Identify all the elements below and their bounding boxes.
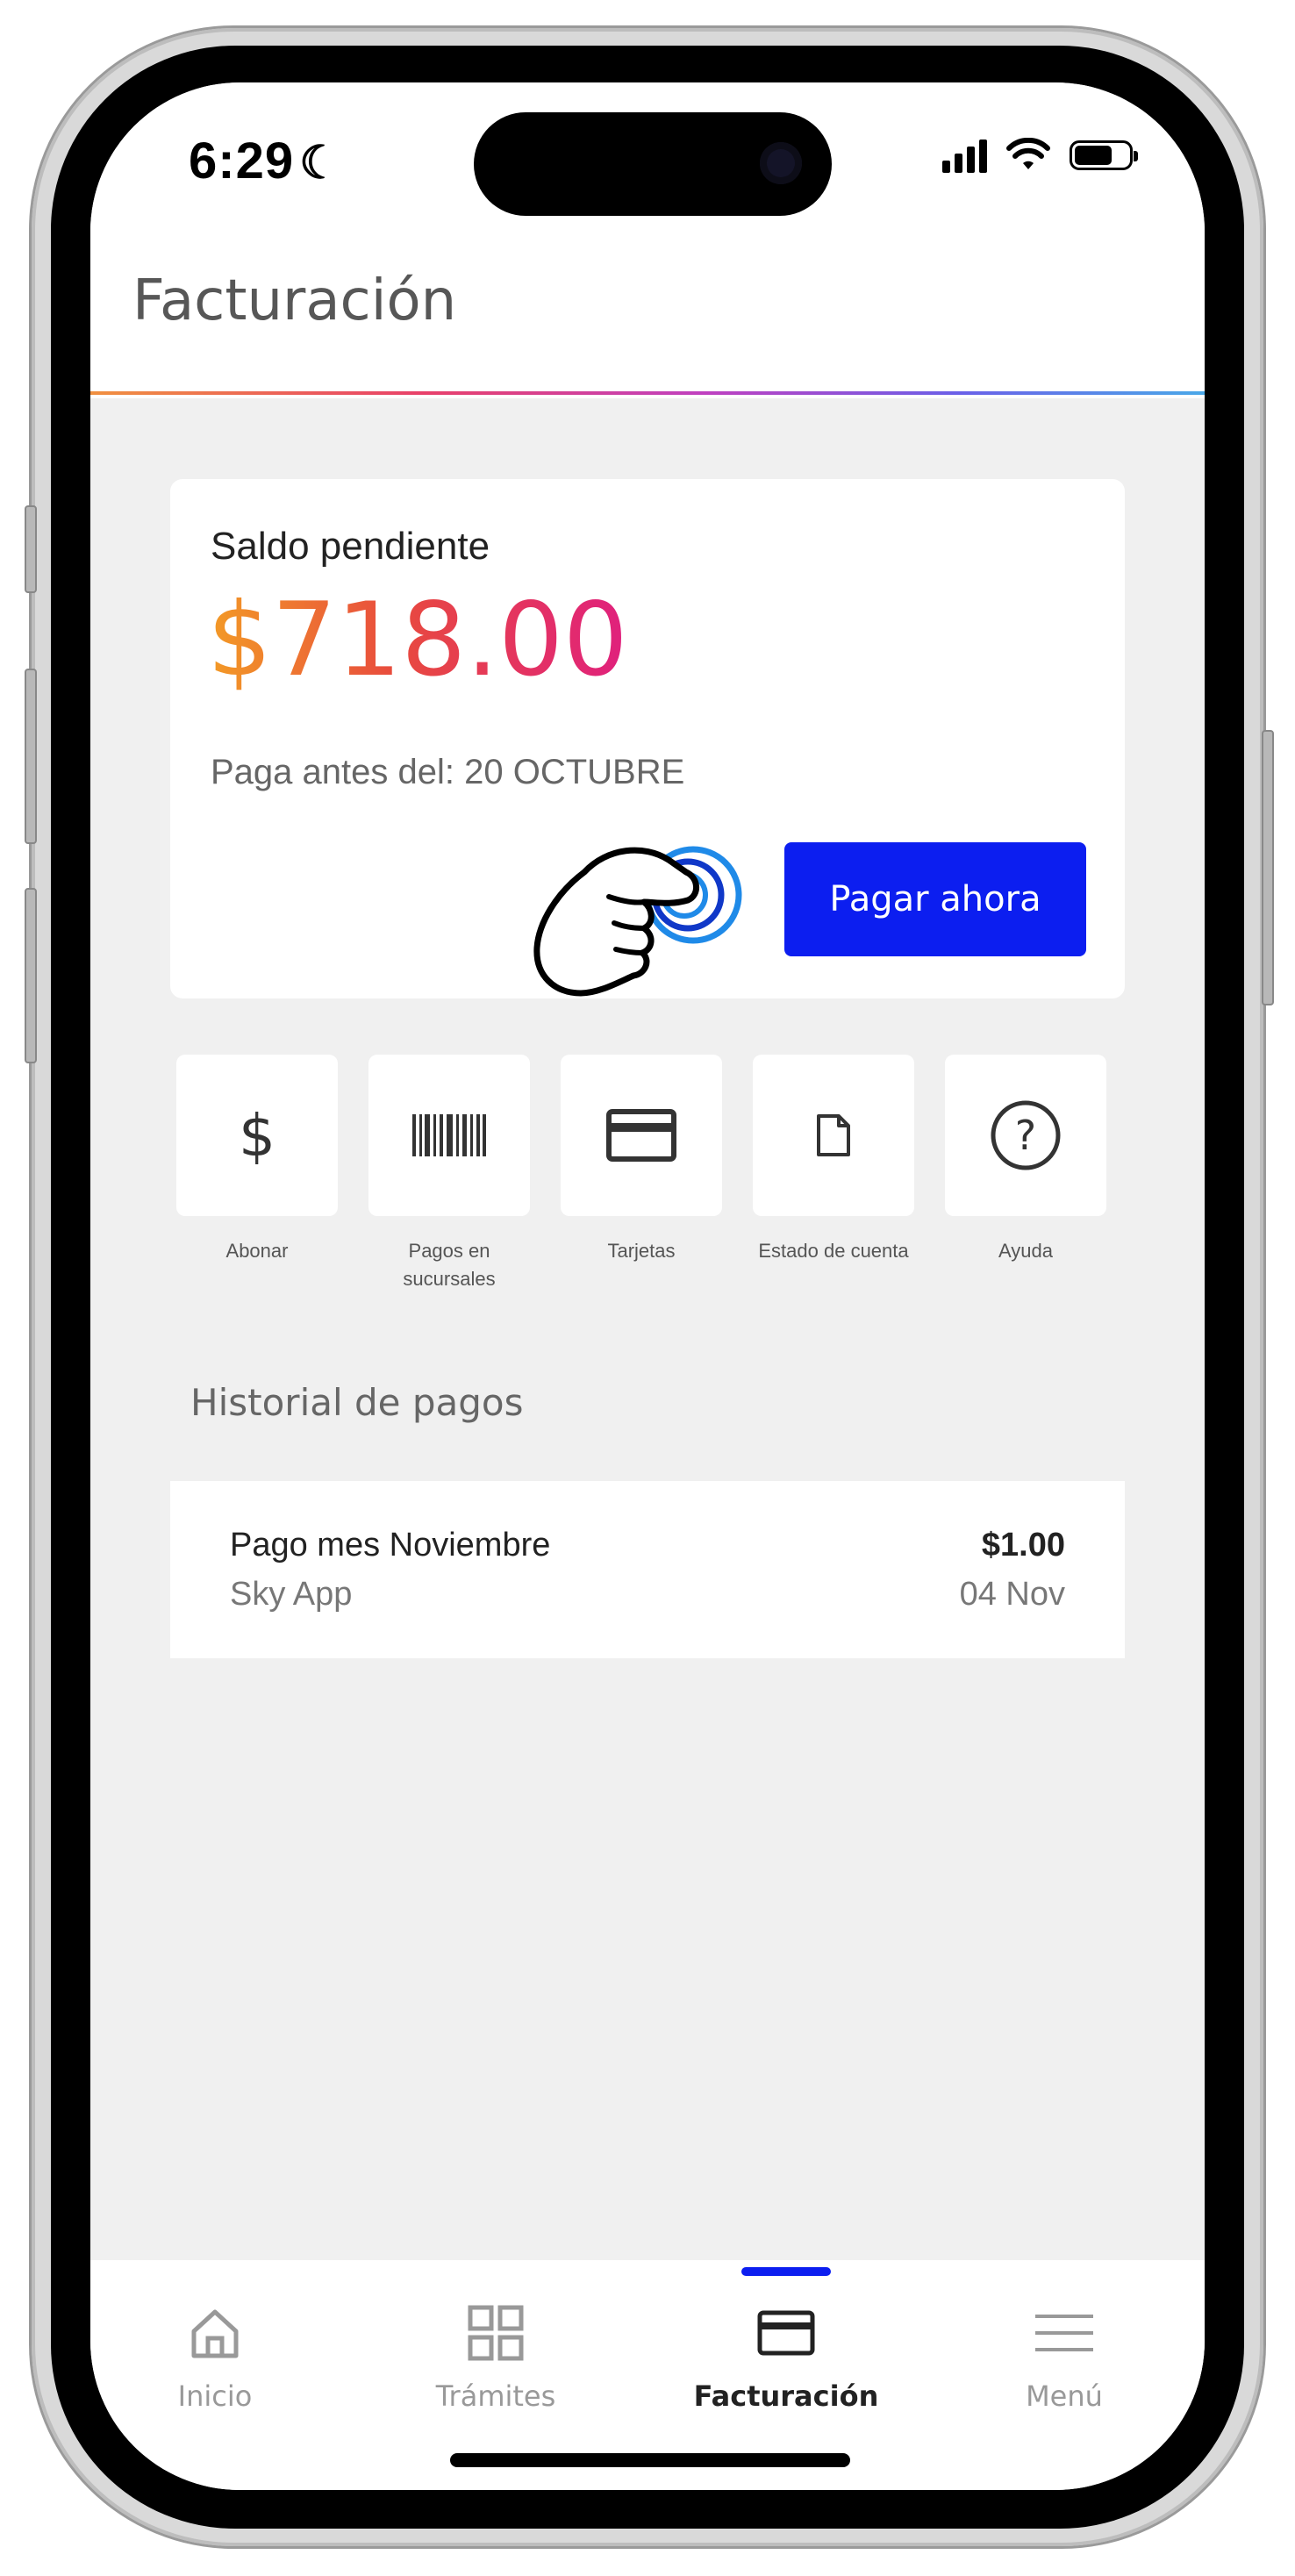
action-pagos-sucursales[interactable]: Pagos en sucursales <box>368 1055 530 1293</box>
action-label: Ayuda <box>998 1240 1053 1262</box>
tab-menu[interactable]: Menú <box>933 2260 1196 2413</box>
balance-amount: $718.00 <box>207 581 628 699</box>
tab-tramites[interactable]: Trámites <box>364 2260 627 2413</box>
dollar-icon: $ <box>239 1101 275 1170</box>
tab-label: Inicio <box>177 2379 253 2413</box>
tab-label: Trámites <box>435 2379 556 2413</box>
quick-actions: $ Abonar Pagos en sucursales Tarjetas Es… <box>176 1055 1124 1290</box>
history-item-date: 04 Nov <box>959 1576 1065 1613</box>
history-item-amount: $1.00 <box>981 1527 1065 1563</box>
home-icon <box>191 2309 239 2358</box>
camera-icon <box>760 142 802 184</box>
svg-text:?: ? <box>1015 1112 1036 1159</box>
document-icon <box>817 1114 850 1156</box>
history-item[interactable]: Pago mes Noviembre Sky App $1.00 04 Nov <box>170 1481 1125 1658</box>
tab-facturacion[interactable]: Facturación <box>655 2260 918 2413</box>
status-time: 6:29 ☾ <box>189 132 341 190</box>
history-item-source: Sky App <box>230 1576 353 1613</box>
action-tile[interactable]: $ <box>176 1055 338 1216</box>
tab-label: Facturación <box>693 2379 879 2413</box>
menu-icon <box>1035 2315 1093 2351</box>
signal-icon <box>942 138 987 173</box>
action-tile[interactable] <box>368 1055 530 1216</box>
action-label: Abonar <box>225 1240 289 1262</box>
screen: 6:29 ☾ Facturación Saldo pendiente $718.0… <box>90 82 1205 2490</box>
wifi-icon <box>1006 138 1050 169</box>
help-circle-icon: ? <box>991 1100 1061 1170</box>
action-label: Pagos en sucursales <box>403 1240 496 1290</box>
silent-switch <box>25 505 37 593</box>
volume-up-button <box>25 669 37 844</box>
action-abonar[interactable]: $ Abonar <box>176 1055 338 1265</box>
status-icons <box>942 133 1138 177</box>
card-icon <box>757 2310 815 2356</box>
status-time-text: 6:29 <box>189 132 295 190</box>
due-date: Paga antes del: 20 OCTUBRE <box>211 753 685 791</box>
tab-bar: Inicio Trámites Facturación Menú <box>90 2260 1205 2490</box>
tab-inicio[interactable]: Inicio <box>90 2260 347 2413</box>
action-tile[interactable]: ? <box>945 1055 1106 1216</box>
home-indicator[interactable] <box>450 2453 850 2467</box>
balance-amount-text: $718.00 <box>207 581 628 699</box>
action-label: Tarjetas <box>607 1240 676 1262</box>
page-title: Facturación <box>132 268 457 333</box>
action-label: Estado de cuenta <box>758 1240 909 1262</box>
history-item-name: Pago mes Noviembre <box>230 1527 551 1563</box>
volume-down-button <box>25 888 37 1063</box>
balance-card: Saldo pendiente $718.00 Paga antes del: … <box>170 479 1125 998</box>
barcode-icon <box>412 1114 486 1156</box>
action-ayuda[interactable]: ? Ayuda <box>945 1055 1106 1265</box>
grid-icon <box>468 2305 524 2361</box>
action-tile[interactable] <box>561 1055 722 1216</box>
history-title: Historial de pagos <box>190 1381 524 1424</box>
action-estado-cuenta[interactable]: Estado de cuenta <box>753 1055 914 1265</box>
dynamic-island <box>474 112 832 216</box>
action-tarjetas[interactable]: Tarjetas <box>561 1055 722 1265</box>
pointing-hand-icon <box>533 846 742 997</box>
pay-now-button[interactable]: Pagar ahora <box>784 842 1086 956</box>
power-button <box>1262 730 1274 1005</box>
header-divider <box>90 391 1205 395</box>
balance-label: Saldo pendiente <box>211 525 490 568</box>
moon-icon: ☾ <box>299 138 341 189</box>
credit-card-icon <box>606 1109 676 1162</box>
action-tile[interactable] <box>753 1055 914 1216</box>
battery-icon <box>1070 140 1138 170</box>
tab-label: Menú <box>1026 2379 1103 2413</box>
